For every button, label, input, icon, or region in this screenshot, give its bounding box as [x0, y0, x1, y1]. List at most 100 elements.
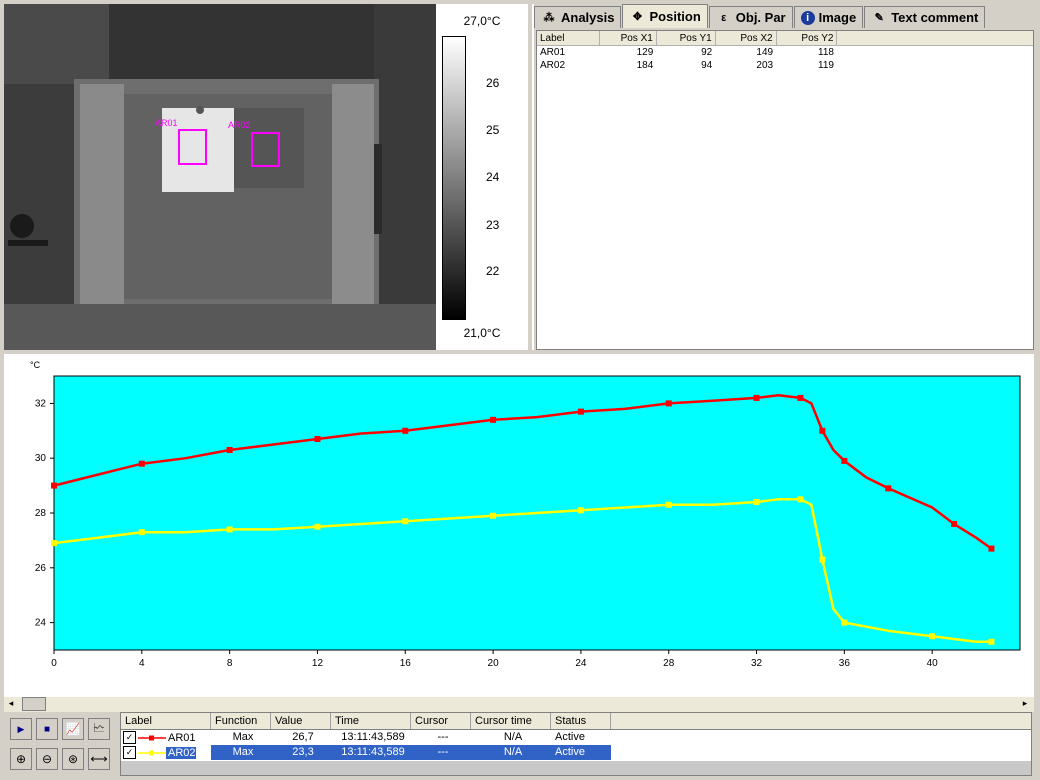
tab-text-comment[interactable]: ✎ Text comment [864, 6, 986, 28]
col-header-pos-x1[interactable]: Pos X1 [599, 31, 657, 46]
chart-horizontal-scrollbar[interactable]: ◂ ▸ [4, 696, 1034, 712]
stop-button[interactable]: ■ [36, 718, 58, 740]
scale-tick: 26 [486, 76, 500, 90]
cell-label: AR01 [540, 47, 566, 58]
list-header-label[interactable]: Label [121, 713, 211, 729]
table-row[interactable]: AR01 129 92 149 118 [537, 46, 1033, 60]
tab-label: Text comment [891, 10, 979, 25]
zoom-out-button[interactable]: ⊖ [36, 748, 58, 770]
list-cell-value: 23,3 [292, 746, 314, 758]
list-cell-value: 26,7 [292, 731, 314, 743]
chart-toolbar: ▶ ■ 📈 🗠 ⊕ ⊖ ⊛ ⟷ [4, 712, 116, 776]
position-icon: ✥ [632, 11, 643, 23]
list-header-function[interactable]: Function [211, 713, 271, 729]
tab-bar: ⁂ Analysis ✥ Position ε Obj. Par i Image… [534, 4, 986, 30]
scale-max-label: 27,0°C [463, 14, 501, 28]
cell-pos-y2: 118 [818, 47, 834, 58]
tab-label: Obj. Par [735, 10, 786, 25]
temperature-chart[interactable]: °C 0 4 8 12 16 20 24 28 32 36 40 24 26 28 30 32 [4, 354, 1034, 696]
series-point-ar01 [988, 545, 995, 552]
series-point-ar01 [797, 394, 804, 401]
series-point-ar02 [797, 496, 804, 503]
y-tick-label: 28 [35, 508, 47, 519]
list-header-cursor-time[interactable]: Cursor time [471, 713, 551, 729]
cell-pos-x2: 203 [756, 60, 774, 71]
zoom-in-button[interactable]: ⊕ [10, 748, 32, 770]
x-tick-label: 4 [139, 658, 145, 669]
list-cell-label: AR02 [166, 746, 196, 759]
series-visibility-checkbox[interactable]: ✓ [123, 731, 136, 744]
list-cell-time: 13:11:43,589 [341, 731, 405, 743]
scale-tick: 22 [486, 264, 500, 278]
list-item[interactable]: ✓ AR01 Max 26,7 13:11:43,589 --- N/A Act… [121, 730, 1031, 745]
tab-analysis[interactable]: ⁂ Analysis [534, 6, 622, 28]
list-header-status[interactable]: Status [551, 713, 611, 729]
list-header-cursor[interactable]: Cursor [411, 713, 471, 729]
object-parameter-icon: ε [721, 11, 727, 24]
export-chart-icon: 🗠 [92, 720, 106, 735]
cell-label: AR02 [540, 60, 566, 71]
series-point-ar01 [138, 460, 145, 467]
list-cell-cursor: --- [437, 746, 449, 758]
y-tick-label: 30 [35, 453, 47, 464]
text-comment-icon: ✎ [874, 12, 884, 24]
x-tick-label: 40 [927, 658, 939, 669]
list-header: Label Function Value Time Cursor Cursor … [121, 713, 1031, 730]
series-point-ar02 [51, 540, 57, 547]
series-point-ar01 [314, 436, 321, 443]
y-tick-label: 26 [35, 563, 47, 574]
list-cell-status: Active [555, 746, 585, 758]
roi-ar02-label: AR02 [228, 120, 251, 130]
series-point-ar02 [402, 518, 409, 525]
export-chart-button[interactable]: 🗠 [88, 718, 110, 740]
series-point-ar02 [929, 633, 936, 640]
scroll-left-arrow-icon[interactable]: ◂ [4, 698, 18, 711]
series-point-ar01 [885, 485, 892, 492]
list-cell-label: AR01 [168, 731, 196, 744]
cell-pos-x1: 184 [636, 60, 654, 71]
chart-settings-button[interactable]: 📈 [62, 718, 84, 740]
list-item[interactable]: ✓ AR02 Max 23,3 13:11:43,589 --- N/A Act… [121, 745, 1031, 760]
series-point-ar01 [951, 520, 958, 527]
cell-pos-x2: 149 [756, 47, 774, 58]
temperature-chart-panel[interactable]: °C 0 4 8 12 16 20 24 28 32 36 40 24 26 28 30 32 [4, 354, 1034, 696]
position-table-container: Label Pos X1 Pos Y1 Pos X2 Pos Y2 AR01 1… [536, 30, 1034, 350]
list-cell-cursor: --- [437, 731, 449, 743]
play-button[interactable]: ▶ [10, 718, 32, 740]
temperature-scale: 27,0°C 26 25 24 23 22 21,0°C [436, 4, 528, 350]
table-row[interactable]: AR02 184 94 203 119 [537, 59, 1033, 72]
zoom-fit-button[interactable]: ⊛ [62, 748, 84, 770]
scroll-thumb[interactable] [22, 697, 46, 711]
info-icon: i [800, 10, 815, 25]
pan-horizontal-button[interactable]: ⟷ [88, 748, 110, 770]
series-visibility-checkbox[interactable]: ✓ [123, 746, 136, 759]
series-point-ar01 [577, 408, 584, 415]
series-point-ar01 [841, 457, 848, 464]
col-header-pos-y1[interactable]: Pos Y1 [656, 31, 716, 46]
tab-image[interactable]: i Image [793, 6, 864, 28]
y-axis-label: °C [30, 360, 41, 370]
tab-object-parameter[interactable]: ε Obj. Par [708, 6, 793, 28]
scale-min-label: 21,0°C [463, 326, 501, 340]
cell-pos-y1: 92 [701, 47, 713, 58]
roi-ar01-label: AR01 [155, 118, 178, 128]
list-header-time[interactable]: Time [331, 713, 411, 729]
list-header-value[interactable]: Value [271, 713, 331, 729]
series-point-ar01 [819, 427, 826, 434]
col-header-pos-y2[interactable]: Pos Y2 [776, 31, 838, 46]
col-header-pos-x2[interactable]: Pos X2 [715, 31, 777, 46]
stop-icon: ■ [43, 723, 51, 735]
y-tick-label: 24 [35, 618, 47, 629]
tab-position[interactable]: ✥ Position [622, 4, 708, 28]
scroll-right-arrow-icon[interactable]: ▸ [1018, 698, 1032, 711]
series-point-ar01 [665, 400, 672, 407]
list-cell-function: Max [232, 731, 254, 743]
play-icon: ▶ [17, 723, 25, 734]
thermal-image[interactable]: AR01 AR02 [4, 4, 436, 350]
col-header-filler [836, 31, 1033, 46]
series-point-ar02 [314, 523, 321, 530]
tab-label: Position [649, 9, 701, 24]
scale-tick: 25 [486, 123, 500, 137]
col-header-label[interactable]: Label [537, 31, 600, 46]
horizontal-arrows-icon: ⟷ [90, 752, 108, 766]
